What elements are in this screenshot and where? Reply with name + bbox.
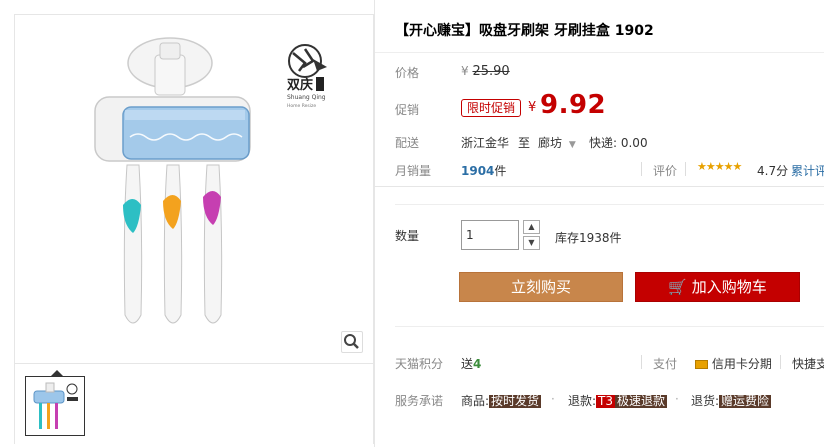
quantity-increase-button[interactable]: ▲ bbox=[523, 220, 540, 234]
divider bbox=[641, 162, 642, 176]
original-price: 25.90 bbox=[472, 64, 510, 79]
shipping-fee: 快递: 0.00 bbox=[589, 136, 648, 150]
product-info-panel: 【开心赚宝】吸盘牙刷架 牙刷挂盒 1902 价格 ¥ 25.90 促销 限时促销… bbox=[374, 0, 824, 447]
star-rating-icon: ★★★★★ bbox=[697, 160, 742, 173]
chevron-down-icon: ▼ bbox=[568, 140, 576, 150]
refund-label: 退款: bbox=[568, 394, 597, 408]
toothbrush-holder-image: 双庆 Shuang Qing Home Resize bbox=[94, 37, 327, 324]
destination-select[interactable]: 廊坊 ▼ bbox=[538, 134, 576, 151]
dot-separator: · bbox=[551, 392, 555, 406]
return-insurance-badge[interactable]: 赠运费险 bbox=[719, 395, 772, 408]
promo-label: 促销 bbox=[395, 103, 420, 117]
dot-separator: · bbox=[675, 392, 679, 406]
divider bbox=[685, 162, 686, 176]
price-label: 价格 bbox=[395, 66, 420, 80]
sales-label: 月销量 bbox=[395, 164, 432, 178]
divider bbox=[641, 355, 642, 369]
promo-tag-badge: 限时促销 bbox=[461, 99, 522, 117]
delivery-to-word: 至 bbox=[518, 136, 531, 150]
zoom-button[interactable] bbox=[341, 331, 363, 353]
brand-logo bbox=[288, 44, 327, 78]
brand-name-cn: 双庆 bbox=[287, 77, 313, 93]
add-to-cart-label: 加入购物车 bbox=[691, 278, 767, 296]
sales-unit: 件 bbox=[494, 164, 507, 178]
divider bbox=[395, 326, 824, 327]
brand-name-en: Shuang Qing bbox=[287, 94, 326, 101]
rating-score: 4.7分 bbox=[757, 164, 789, 178]
brand-subline: Home Resize bbox=[287, 103, 316, 109]
quantity-input[interactable]: 1 bbox=[461, 220, 519, 250]
thumbnail-strip bbox=[14, 364, 374, 444]
divider bbox=[780, 355, 781, 369]
quantity-decrease-button[interactable]: ▼ bbox=[523, 236, 540, 250]
add-to-cart-button[interactable]: 🛒 加入购物车 bbox=[635, 272, 800, 302]
points-label: 天猫积分 bbox=[395, 357, 444, 371]
cart-icon: 🛒 bbox=[668, 278, 687, 296]
main-product-image[interactable]: 双庆 Shuang Qing Home Resize bbox=[14, 14, 374, 364]
on-time-shipping-badge[interactable]: 按时发货 bbox=[489, 395, 542, 408]
points-send: 送 bbox=[461, 357, 474, 371]
reviews-link[interactable]: 累计评 bbox=[791, 162, 824, 179]
delivery-from: 浙江金华 bbox=[461, 136, 510, 150]
delivery-label: 配送 bbox=[395, 136, 420, 150]
buy-now-button[interactable]: 立刻购买 bbox=[459, 272, 623, 302]
thumbnail-image bbox=[33, 382, 78, 429]
payment-label: 支付 bbox=[653, 357, 678, 371]
stock-count: 库存1938件 bbox=[555, 231, 622, 245]
rating-label: 评价 bbox=[653, 164, 678, 178]
divider bbox=[395, 204, 824, 205]
promo-price: 9.92 bbox=[540, 90, 607, 120]
price-currency: ¥ bbox=[461, 64, 469, 78]
magnifier-icon bbox=[344, 334, 359, 349]
credit-card-icon bbox=[695, 360, 708, 369]
service-label: 服务承诺 bbox=[395, 394, 444, 408]
points-value: 4 bbox=[473, 357, 482, 371]
sales-count: 1904 bbox=[461, 164, 495, 178]
fast-pay-link[interactable]: 快捷支 bbox=[792, 355, 824, 372]
thumbnail-1[interactable] bbox=[25, 376, 85, 436]
credit-card-label: 信用卡分期 bbox=[711, 357, 772, 371]
product-title: 【开心赚宝】吸盘牙刷架 牙刷挂盒 1902 bbox=[395, 23, 654, 39]
quantity-label: 数量 bbox=[395, 229, 420, 243]
promo-currency: ¥ bbox=[528, 100, 537, 115]
goods-label: 商品: bbox=[461, 394, 490, 408]
destination-text: 廊坊 bbox=[538, 136, 563, 150]
t3-badge: T3 bbox=[596, 394, 616, 408]
fast-refund-badge[interactable]: 极速退款 bbox=[615, 395, 668, 408]
credit-card-installment[interactable]: 信用卡分期 bbox=[695, 355, 772, 372]
return-label: 退货: bbox=[691, 394, 720, 408]
